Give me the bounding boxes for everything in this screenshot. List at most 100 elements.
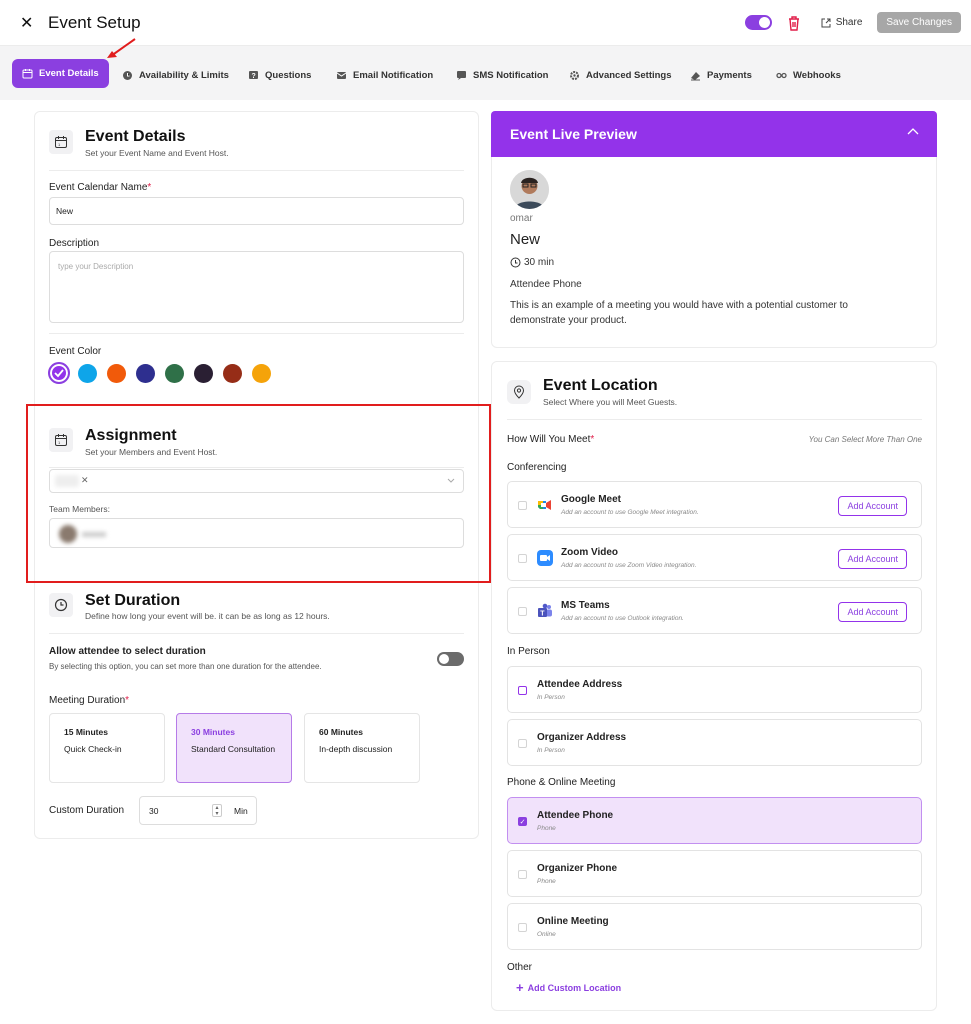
color-swatch[interactable]	[194, 364, 213, 383]
preview-duration: 30 min	[510, 257, 554, 268]
location-title: Zoom Video	[561, 547, 619, 558]
calendar-icon	[22, 69, 33, 79]
stepper-icon[interactable]: ▴ ▾	[212, 804, 222, 817]
trash-icon[interactable]	[787, 15, 801, 31]
preview-location: Attendee Phone	[510, 279, 582, 290]
annotation-arrow-icon	[107, 38, 136, 58]
tab-label: Event Details	[39, 68, 99, 79]
tab-availability-limits[interactable]: Availability & Limits	[122, 61, 229, 89]
custom-duration-input[interactable]: 30 ▴ ▾ Min	[139, 796, 257, 825]
preview-event-name: New	[510, 231, 541, 248]
ms-teams-icon: T	[538, 603, 552, 617]
tab-webhooks[interactable]: Webhooks	[776, 61, 841, 89]
checkbox[interactable]	[518, 554, 527, 563]
tab-questions[interactable]: ? Questions	[248, 61, 311, 89]
location-zoom-video[interactable]: Zoom Video Add an account to use Zoom Vi…	[507, 534, 922, 581]
duration-option-60[interactable]: 60 Minutes In-depth discussion	[304, 713, 420, 783]
location-sub: Add an account to use Outlook integratio…	[561, 615, 684, 622]
location-online-meeting[interactable]: Online Meeting Online	[507, 903, 922, 950]
page-title: Event Setup	[48, 12, 141, 32]
event-name-label: Event Calendar Name*	[49, 182, 152, 193]
add-custom-location-link[interactable]: + Add Custom Location	[516, 980, 621, 995]
location-ms-teams[interactable]: T MS Teams Add an account to use Outlook…	[507, 587, 922, 634]
color-swatch[interactable]	[252, 364, 271, 383]
tab-payments[interactable]: Payments	[690, 61, 752, 89]
checkbox[interactable]	[518, 501, 527, 510]
checkbox-checked-icon[interactable]: ✓	[518, 817, 527, 826]
duration-desc-text: Standard Consultation	[191, 744, 276, 754]
location-title: Attendee Phone	[537, 810, 614, 821]
duration-subtitle: Define how long your event will be. it c…	[85, 611, 330, 621]
checkbox[interactable]	[518, 607, 527, 616]
location-sub: Add an account to use Google Meet integr…	[561, 509, 699, 516]
allow-duration-toggle[interactable]	[437, 652, 464, 666]
color-swatch[interactable]	[223, 364, 242, 383]
location-google-meet[interactable]: Google Meet Add an account to use Google…	[507, 481, 922, 528]
duration-option-30[interactable]: 30 Minutes Standard Consultation	[176, 713, 292, 783]
meeting-duration-label: Meeting Duration*	[49, 695, 130, 706]
preview-description: This is an example of a meeting you woul…	[510, 300, 848, 326]
save-changes-button[interactable]: Save Changes	[877, 12, 961, 33]
group-in-person: In Person	[507, 646, 550, 657]
location-organizer-address[interactable]: Organizer Address In Person	[507, 719, 922, 766]
add-account-button[interactable]: Add Account	[838, 549, 907, 569]
duration-title-text: 60 Minutes	[319, 727, 363, 737]
duration-desc-text: In-depth discussion	[319, 744, 393, 754]
group-phone-online: Phone & Online Meeting	[507, 777, 616, 788]
live-preview-header[interactable]: Event Live Preview	[491, 111, 937, 157]
add-account-button[interactable]: Add Account	[838, 602, 907, 622]
checkbox[interactable]	[518, 686, 527, 695]
host-select[interactable]: ✕	[49, 469, 464, 493]
group-other: Other	[507, 962, 533, 973]
member-avatar	[59, 525, 77, 543]
email-icon	[336, 71, 347, 79]
webhook-icon	[776, 72, 787, 78]
tab-event-details[interactable]: Event Details	[12, 59, 109, 88]
location-attendee-address[interactable]: Attendee Address In Person	[507, 666, 922, 713]
tab-sms-notification[interactable]: SMS Notification	[456, 61, 548, 89]
calendar-section-icon: 1	[49, 130, 73, 154]
add-account-button[interactable]: Add Account	[838, 496, 907, 516]
checkbox[interactable]	[518, 923, 527, 932]
tab-label: Payments	[707, 69, 752, 81]
chevron-up-icon[interactable]	[907, 127, 919, 135]
top-bar: ✕ Event Setup Share Save Changes	[0, 0, 971, 45]
check-icon	[54, 369, 64, 378]
gear-icon	[570, 70, 579, 80]
clock-icon	[510, 257, 521, 268]
duration-option-15[interactable]: 15 Minutes Quick Check-in	[49, 713, 165, 783]
google-meet-icon	[538, 500, 551, 510]
share-button[interactable]: Share	[821, 17, 862, 28]
divider	[49, 170, 464, 171]
location-title: Attendee Address	[537, 679, 623, 690]
location-sub: Online	[537, 931, 556, 938]
color-swatch-selected[interactable]	[48, 362, 70, 384]
team-members-field[interactable]	[49, 518, 464, 548]
event-name-input[interactable]: New	[49, 197, 464, 225]
location-attendee-phone[interactable]: ✓ Attendee Phone Phone	[507, 797, 922, 844]
tab-email-notification[interactable]: Email Notification	[336, 61, 433, 89]
divider	[507, 419, 922, 420]
zoom-icon	[537, 550, 553, 566]
group-conferencing: Conferencing	[507, 462, 567, 473]
checkbox[interactable]	[518, 739, 527, 748]
tab-label: Availability & Limits	[139, 69, 229, 81]
tab-advanced-settings[interactable]: Advanced Settings	[569, 61, 672, 89]
color-swatch[interactable]	[107, 364, 126, 383]
location-sub: Phone	[537, 878, 556, 885]
chip-close-icon[interactable]: ✕	[81, 475, 89, 486]
color-swatch[interactable]	[78, 364, 97, 383]
event-details-title: Event Details	[85, 128, 186, 145]
color-swatch[interactable]	[165, 364, 184, 383]
color-swatch[interactable]	[136, 364, 155, 383]
checkbox[interactable]	[518, 870, 527, 879]
custom-duration-unit: Min	[234, 806, 248, 816]
location-organizer-phone[interactable]: Organizer Phone Phone	[507, 850, 922, 897]
close-icon[interactable]: ✕	[20, 13, 36, 32]
host-name: omar	[510, 213, 533, 224]
tab-label: Advanced Settings	[586, 69, 672, 81]
event-active-toggle[interactable]	[744, 15, 772, 30]
description-textarea[interactable]: type your Description	[49, 251, 464, 323]
team-members-label: Team Members:	[49, 504, 110, 514]
sms-icon	[457, 70, 466, 80]
